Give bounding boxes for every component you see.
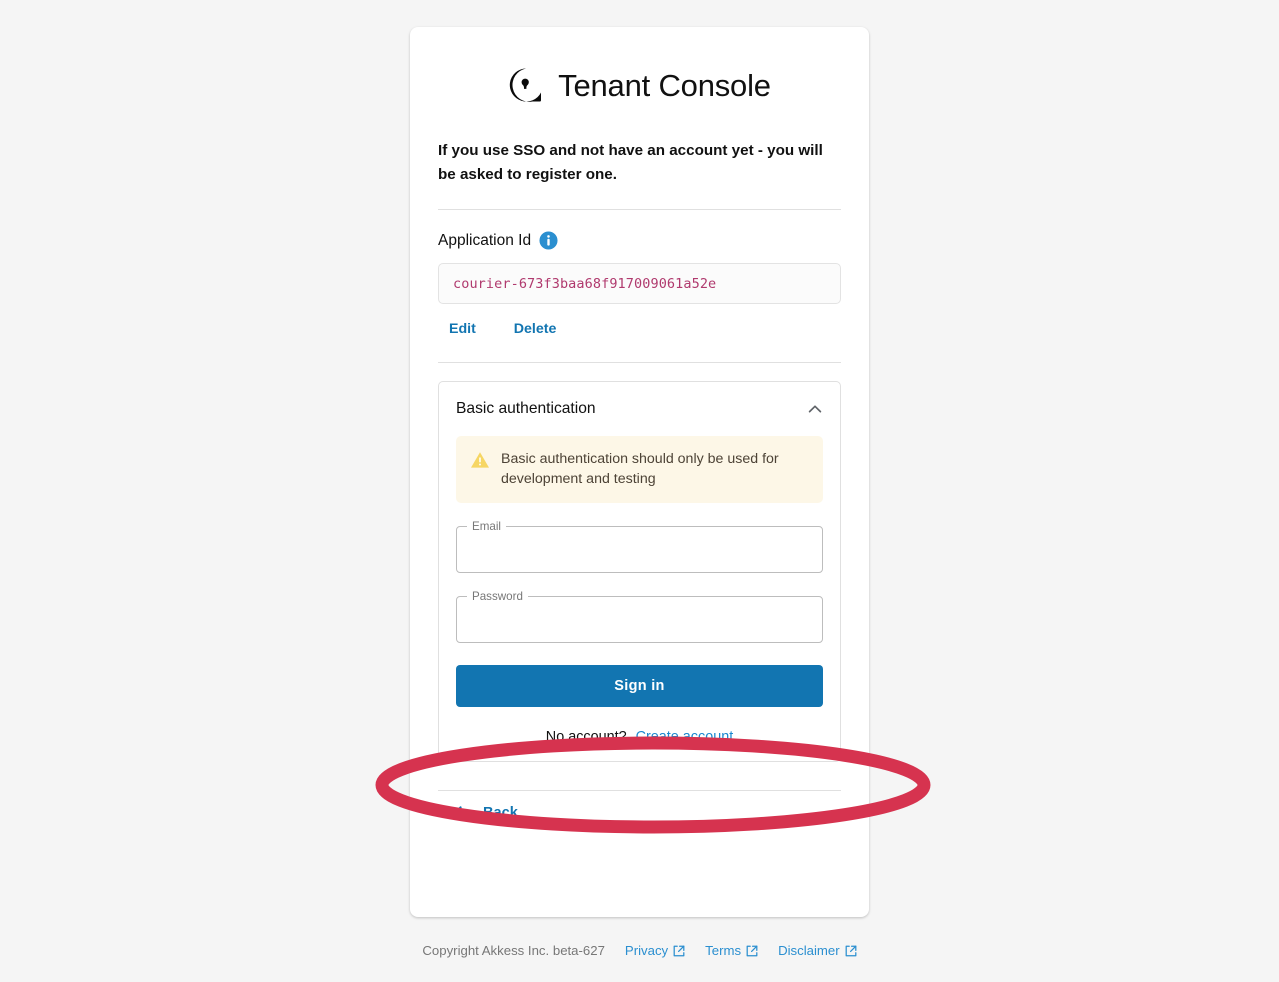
warning-triangle-icon — [470, 450, 490, 470]
basic-auth-warning: Basic authentication should only be used… — [456, 436, 823, 503]
divider-middle — [438, 362, 841, 363]
footer-copyright: Copyright Akkess Inc. beta-627 — [422, 943, 605, 958]
basic-authentication-title: Basic authentication — [456, 400, 596, 418]
sign-in-button[interactable]: Sign in — [456, 665, 823, 707]
privacy-link-label: Privacy — [625, 943, 668, 958]
application-id-value: courier-673f3baa68f917009061a52e — [453, 276, 716, 292]
login-card: Tenant Console If you use SSO and not ha… — [410, 27, 869, 917]
application-id-value-box: courier-673f3baa68f917009061a52e — [438, 263, 841, 304]
no-account-row: No account? Create account — [456, 729, 823, 745]
back-link-label: Back — [483, 805, 518, 821]
email-field-wrapper: Email — [456, 521, 823, 573]
application-id-actions: Edit Delete — [438, 318, 841, 340]
external-link-icon — [746, 945, 758, 957]
divider-top — [438, 209, 841, 210]
basic-authentication-panel-header[interactable]: Basic authentication — [439, 382, 840, 436]
delete-application-id-link[interactable]: Delete — [506, 318, 565, 340]
chevron-up-icon[interactable] — [806, 400, 824, 418]
sso-intro-text: If you use SSO and not have an account y… — [438, 139, 841, 187]
external-link-icon — [673, 945, 685, 957]
basic-authentication-panel: Basic authentication — [438, 381, 841, 762]
no-account-text: No account? — [546, 729, 627, 745]
disclaimer-link-label: Disclaimer — [778, 943, 840, 958]
privacy-link[interactable]: Privacy — [625, 943, 685, 958]
location-pin-keyhole-icon — [508, 67, 544, 103]
page-title: Tenant Console — [558, 70, 771, 101]
external-link-icon — [845, 945, 857, 957]
divider-bottom — [438, 790, 841, 791]
password-input[interactable] — [456, 591, 823, 643]
create-account-link[interactable]: Create account — [636, 729, 734, 745]
application-id-section: Application Id courier-673f3baa68f917009… — [438, 231, 841, 340]
edit-application-id-link[interactable]: Edit — [441, 318, 484, 340]
email-input[interactable] — [456, 521, 823, 573]
terms-link[interactable]: Terms — [705, 943, 758, 958]
info-circle-icon[interactable] — [539, 231, 558, 250]
application-id-label-row: Application Id — [438, 231, 841, 250]
page-root: Tenant Console If you use SSO and not ha… — [0, 0, 1279, 982]
basic-authentication-panel-body: Basic authentication should only be used… — [439, 436, 840, 761]
terms-link-label: Terms — [705, 943, 741, 958]
back-link[interactable]: Back — [438, 804, 518, 822]
basic-auth-warning-text: Basic authentication should only be used… — [501, 449, 809, 489]
password-field-wrapper: Password — [456, 591, 823, 643]
arrow-left-icon — [452, 804, 472, 822]
brand-header: Tenant Console — [438, 27, 841, 113]
disclaimer-link[interactable]: Disclaimer — [778, 943, 857, 958]
application-id-label: Application Id — [438, 232, 531, 250]
footer: Copyright Akkess Inc. beta-627 Privacy T… — [0, 943, 1279, 958]
